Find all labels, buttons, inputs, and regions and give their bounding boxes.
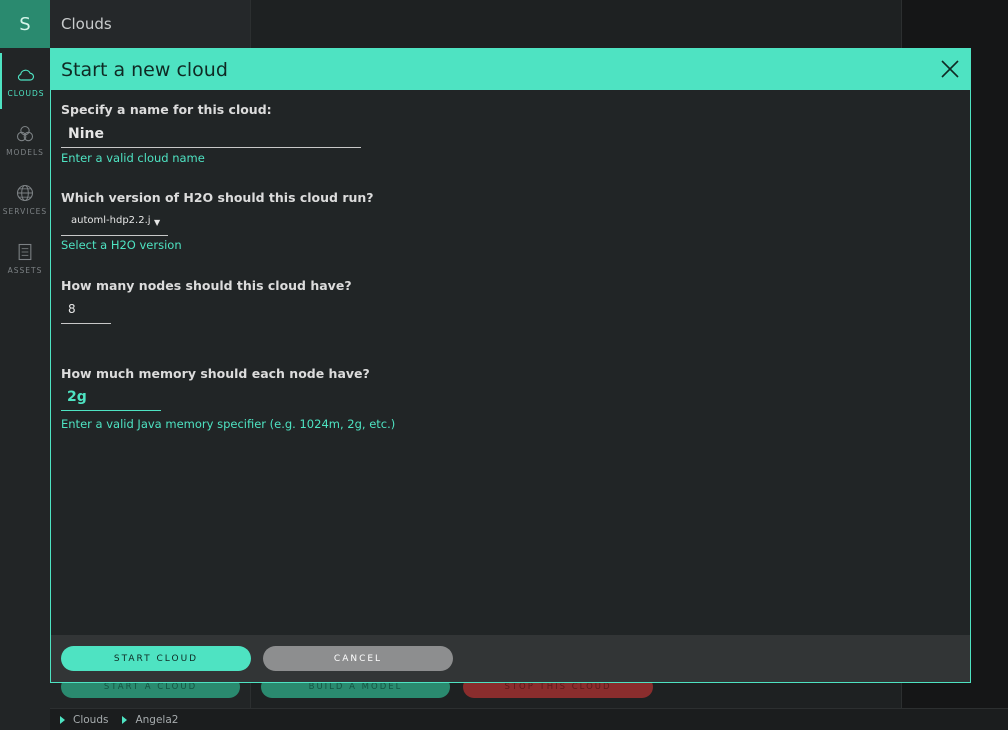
rail-item-clouds[interactable]: CLOUDS bbox=[0, 53, 50, 109]
rail-item-models[interactable]: MODELS bbox=[0, 112, 50, 168]
memory-input[interactable]: 2g bbox=[67, 389, 87, 405]
breadcrumb-item[interactable]: Angela2 bbox=[122, 714, 178, 726]
breadcrumb: Clouds Angela2 bbox=[50, 708, 1008, 730]
close-icon[interactable] bbox=[940, 59, 960, 79]
chevron-down-icon[interactable]: ▼ bbox=[154, 218, 160, 227]
name-hint: Enter a valid cloud name bbox=[61, 151, 205, 165]
new-cloud-dialog: Start a new cloud Specify a name for thi… bbox=[50, 48, 971, 683]
nodes-underline bbox=[61, 323, 111, 324]
dialog-header: Start a new cloud bbox=[51, 49, 970, 90]
dialog-body: Specify a name for this cloud: Nine Ente… bbox=[51, 90, 970, 636]
breadcrumb-label: Clouds bbox=[73, 713, 109, 726]
name-question: Specify a name for this cloud: bbox=[61, 102, 272, 117]
rail-label: SERVICES bbox=[2, 206, 48, 216]
rail-item-assets[interactable]: ASSETS bbox=[0, 230, 50, 286]
rail-label: CLOUDS bbox=[7, 88, 45, 98]
breadcrumb-item[interactable]: Clouds bbox=[60, 714, 108, 726]
models-icon bbox=[16, 125, 34, 141]
breadcrumb-label: Angela2 bbox=[135, 713, 179, 726]
version-hint: Select a H2O version bbox=[61, 238, 182, 252]
nav-rail: S CLOUDS MODELS SERVICES ASSETS bbox=[0, 0, 50, 730]
globe-icon bbox=[16, 184, 34, 201]
cancel-button[interactable]: CANCEL bbox=[263, 646, 453, 671]
memory-question: How much memory should each node have? bbox=[61, 366, 370, 381]
page-title: Clouds bbox=[50, 0, 250, 48]
nodes-question: How many nodes should this cloud have? bbox=[61, 278, 352, 293]
start-cloud-button[interactable]: START CLOUD bbox=[61, 646, 251, 671]
cloud-name-input[interactable]: Nine bbox=[68, 126, 104, 142]
rail-label: ASSETS bbox=[7, 265, 43, 275]
dialog-title: Start a new cloud bbox=[61, 58, 228, 81]
cloud-icon bbox=[17, 69, 34, 81]
nodes-input[interactable]: 8 bbox=[68, 302, 76, 316]
dialog-footer: START CLOUD CANCEL bbox=[51, 635, 970, 682]
assets-icon bbox=[18, 243, 32, 260]
version-underline bbox=[61, 235, 168, 236]
memory-underline bbox=[61, 410, 161, 411]
version-select[interactable]: automl-hdp2.2.j bbox=[71, 215, 151, 226]
chevron-right-icon bbox=[122, 715, 128, 724]
rail-item-services[interactable]: SERVICES bbox=[0, 171, 50, 227]
name-underline bbox=[61, 147, 361, 148]
app-logo[interactable]: S bbox=[0, 0, 50, 48]
version-question: Which version of H2O should this cloud r… bbox=[61, 190, 374, 205]
rail-label: MODELS bbox=[6, 147, 44, 157]
memory-hint: Enter a valid Java memory specifier (e.g… bbox=[61, 417, 396, 431]
chevron-right-icon bbox=[60, 715, 65, 724]
